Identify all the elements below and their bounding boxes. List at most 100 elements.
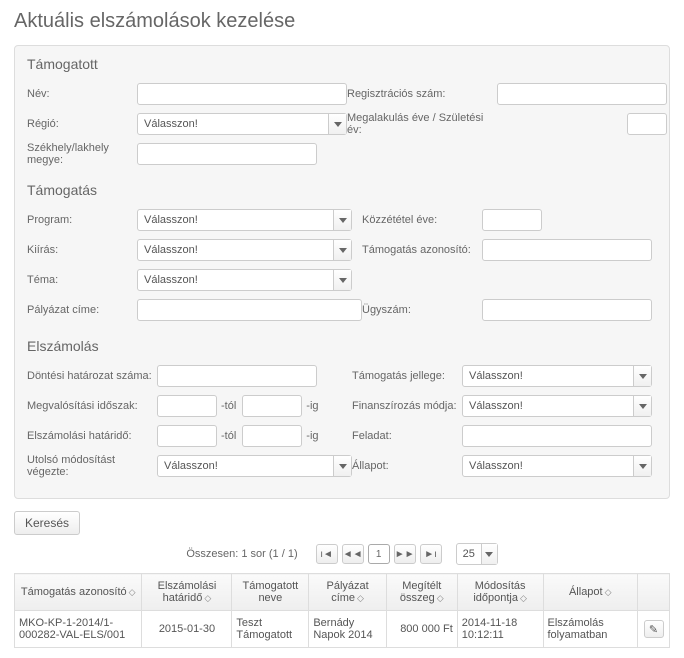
label-reg: Regisztrációs szám: <box>347 88 497 100</box>
cell-deadline: 2015-01-30 <box>142 611 232 648</box>
call-select-value: Válasszon! <box>138 244 333 256</box>
apptitle-input[interactable] <box>137 299 362 321</box>
label-nature: Támogatás jellege: <box>352 370 462 382</box>
topic-select[interactable]: Válasszon! <box>137 269 352 291</box>
label-supportid: Támogatás azonosító: <box>362 244 482 256</box>
finance-select[interactable]: Válasszon! <box>462 395 652 417</box>
pager: Összesen: 1 sor (1 / 1) ı◄ ◄◄ 1 ►► ►ı 25 <box>14 543 670 565</box>
th-name[interactable]: Támogatott neve <box>232 574 309 611</box>
region-select-value: Válasszon! <box>138 118 328 130</box>
task-input[interactable] <box>462 425 652 447</box>
chevron-down-icon <box>481 544 497 564</box>
lastmod-select-value: Válasszon! <box>158 460 333 472</box>
cell-modtime: 2014-11-18 10:12:11 <box>457 611 543 648</box>
to-suffix-2: -ig <box>306 430 318 442</box>
sort-icon: ◇ <box>357 593 364 603</box>
sort-icon: ◇ <box>204 593 211 603</box>
deadline-from-input[interactable] <box>157 425 217 447</box>
deadline-to-input[interactable] <box>242 425 302 447</box>
pager-size-select[interactable]: 25 <box>456 543 498 565</box>
to-suffix: -ig <box>306 400 318 412</box>
program-select[interactable]: Válasszon! <box>137 209 352 231</box>
label-program: Program: <box>27 214 137 226</box>
pager-size-value: 25 <box>457 548 481 560</box>
chevron-down-icon <box>328 114 346 134</box>
label-period: Megvalósítási időszak: <box>27 400 157 412</box>
label-deadline: Elszámolási határidő: <box>27 430 157 442</box>
period-to-input[interactable] <box>242 395 302 417</box>
label-seat: Székhely/lakhely megye: <box>27 142 137 166</box>
filter-panel: Támogatott Név: Régió: Válasszon! Székhe… <box>14 45 670 499</box>
section-supported: Támogatott <box>27 56 657 72</box>
th-apptitle[interactable]: Pályázat címe◇ <box>309 574 387 611</box>
chevron-down-icon <box>333 210 351 230</box>
pager-total: Összesen: 1 sor (1 / 1) <box>186 548 297 560</box>
chevron-down-icon <box>333 456 351 476</box>
label-decision: Döntési határozat száma: <box>27 370 157 382</box>
pager-last[interactable]: ►ı <box>420 544 442 564</box>
lastmod-select[interactable]: Válasszon! <box>157 455 352 477</box>
period-from-input[interactable] <box>157 395 217 417</box>
label-topic: Téma: <box>27 274 137 286</box>
th-amount[interactable]: Megítélt összeg◇ <box>386 574 457 611</box>
label-apptitle: Pályázat címe: <box>27 304 137 316</box>
pager-first[interactable]: ı◄ <box>316 544 338 564</box>
th-status[interactable]: Állapot◇ <box>543 574 638 611</box>
cell-amount: 800 000 Ft <box>386 611 457 648</box>
section-settlement: Elszámolás <box>27 338 657 354</box>
pager-prev[interactable]: ◄◄ <box>342 544 364 564</box>
chevron-down-icon <box>333 240 351 260</box>
pager-page-1[interactable]: 1 <box>368 544 390 564</box>
cell-name: Teszt Támogatott <box>232 611 309 648</box>
th-deadline[interactable]: Elszámolási határidő◇ <box>142 574 232 611</box>
founding-input[interactable] <box>627 113 667 135</box>
program-select-value: Válasszon! <box>138 214 333 226</box>
label-call: Kiírás: <box>27 244 137 256</box>
search-button[interactable]: Keresés <box>14 511 80 535</box>
name-input[interactable] <box>137 83 347 105</box>
nature-select[interactable]: Válasszon! <box>462 365 652 387</box>
sort-icon: ◇ <box>605 587 612 597</box>
label-name: Név: <box>27 88 137 100</box>
status-select-value: Válasszon! <box>463 460 633 472</box>
finance-select-value: Válasszon! <box>463 400 633 412</box>
cell-actions: ✎ <box>638 611 670 648</box>
cell-status: Elszámolás folyamatban <box>543 611 638 648</box>
label-status: Állapot: <box>352 460 462 472</box>
label-finance: Finanszírozás módja: <box>352 400 462 412</box>
th-modtime[interactable]: Módosítás időpontja◇ <box>457 574 543 611</box>
status-select[interactable]: Válasszon! <box>462 455 652 477</box>
sort-icon: ◇ <box>520 593 527 603</box>
label-caseno: Ügyszám: <box>362 304 482 316</box>
seat-input[interactable] <box>137 143 317 165</box>
nature-select-value: Válasszon! <box>463 370 633 382</box>
table-row: MKO-KP-1-2014/1-000282-VAL-ELS/001 2015-… <box>15 611 670 648</box>
sort-icon: ◇ <box>437 593 444 603</box>
label-founding: Megalakulás éve / Születési év: <box>347 112 497 136</box>
label-pubyear: Közzététel éve: <box>362 214 482 226</box>
chevron-down-icon <box>333 270 351 290</box>
chevron-down-icon <box>633 366 651 386</box>
reg-input[interactable] <box>497 83 667 105</box>
pager-next[interactable]: ►► <box>394 544 416 564</box>
chevron-down-icon <box>633 396 651 416</box>
label-lastmod: Utolsó módosítást végezte: <box>27 454 157 478</box>
topic-select-value: Válasszon! <box>138 274 333 286</box>
region-select[interactable]: Válasszon! <box>137 113 347 135</box>
call-select[interactable]: Válasszon! <box>137 239 352 261</box>
th-id[interactable]: Támogatás azonosító◇ <box>15 574 142 611</box>
page-title: Aktuális elszámolások kezelése <box>14 10 670 33</box>
supportid-input[interactable] <box>482 239 652 261</box>
edit-button[interactable]: ✎ <box>644 620 664 638</box>
section-support: Támogatás <box>27 182 657 198</box>
caseno-input[interactable] <box>482 299 652 321</box>
label-task: Feladat: <box>352 430 462 442</box>
pubyear-input[interactable] <box>482 209 542 231</box>
pencil-icon: ✎ <box>649 623 658 636</box>
cell-id: MKO-KP-1-2014/1-000282-VAL-ELS/001 <box>15 611 142 648</box>
chevron-down-icon <box>633 456 651 476</box>
decision-input[interactable] <box>157 365 317 387</box>
sort-icon: ◇ <box>129 587 136 597</box>
results-table: Támogatás azonosító◇ Elszámolási határid… <box>14 573 670 648</box>
th-actions <box>638 574 670 611</box>
